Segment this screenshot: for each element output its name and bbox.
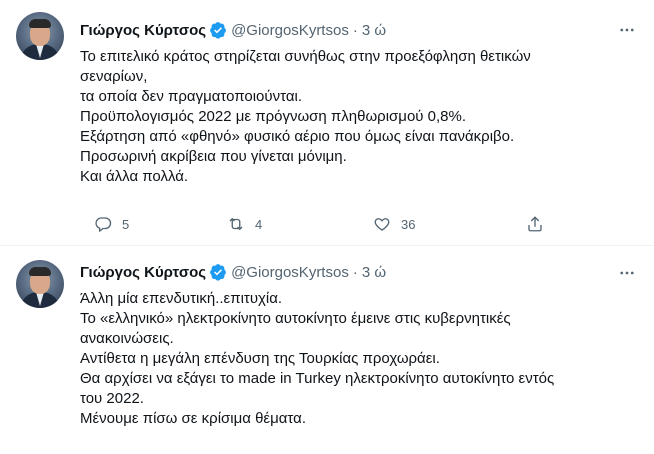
separator: · — [352, 21, 358, 39]
tweet-text-line: σεναρίων, — [80, 68, 148, 85]
separator: · — [352, 263, 358, 281]
verified-badge-icon — [210, 22, 226, 39]
tweet-text-line: Το «ελληνικό» ηλεκτροκίνητο αυτοκίνητο έ… — [80, 310, 511, 327]
reply-count: 5 — [122, 216, 130, 232]
verified-badge-icon — [210, 264, 226, 281]
timestamp[interactable]: 3 ώ — [362, 22, 386, 39]
author-handle[interactable]: @GiorgosKyrtsos — [231, 22, 349, 39]
author-name[interactable]: Γιώργος Κύρτσος — [80, 264, 206, 281]
share-button[interactable] — [526, 212, 544, 236]
avatar-hair — [29, 19, 51, 28]
tweet-text-line: του 2022. — [80, 390, 144, 407]
tweet-text: Άλλη μία επενδυτική..επιτυχία. Το «ελλην… — [80, 289, 640, 429]
more-dots-icon[interactable] — [616, 262, 638, 284]
avatar-hair — [29, 267, 51, 276]
reply-button[interactable]: 5 — [94, 212, 129, 236]
tweet[interactable]: Γιώργος Κύρτσος @GiorgosKyrtsos · 3 ώ Το… — [0, 0, 654, 246]
tweet-text: Το επιτελικό κράτος στηρίζεται συνήθως σ… — [80, 47, 640, 187]
author-handle[interactable]: @GiorgosKyrtsos — [231, 264, 349, 281]
tweet-actions: 5 4 36 — [80, 212, 640, 236]
tweet-text-line: Εξάρτηση από «φθηνό» φυσικό αέριο που όμ… — [80, 128, 515, 145]
tweet-text-line: Προϋπολογισμός 2022 με πρόγνωση πληθωρισ… — [80, 108, 467, 125]
avatar[interactable] — [16, 12, 64, 60]
tweet[interactable]: Γιώργος Κύρτσος @GiorgosKyrtsos · 3 ώ Άλ… — [0, 247, 654, 454]
like-button[interactable]: 36 — [373, 212, 415, 236]
tweet-text-line: τα οποία δεν πραγματοποιούνται. — [80, 88, 302, 105]
tweet-text-line: Και άλλα πολλά. — [80, 168, 189, 185]
retweet-button[interactable]: 4 — [227, 212, 262, 236]
tweet-text-line: Αντίθετα η μεγάλη επένδυση της Τουρκίας … — [80, 350, 440, 367]
heart-icon — [374, 218, 390, 231]
author-name[interactable]: Γιώργος Κύρτσος — [80, 22, 206, 39]
tweet-text-line: Μένουμε πίσω σε κρίσιμα θέματα. — [80, 410, 306, 427]
retweet-icon — [229, 218, 243, 230]
tweet-header: Γιώργος Κύρτσος @GiorgosKyrtsos · 3 ώ — [80, 20, 386, 40]
like-count: 36 — [401, 216, 416, 232]
more-dots-icon[interactable] — [616, 19, 638, 41]
retweet-count: 4 — [255, 216, 263, 232]
timestamp[interactable]: 3 ώ — [362, 264, 386, 281]
reply-icon — [95, 217, 112, 232]
tweet-header: Γιώργος Κύρτσος @GiorgosKyrtsos · 3 ώ — [80, 262, 386, 282]
tweet-text-line: Προσωρινή ακρίβεια που γίνεται μόνιμη. — [80, 148, 347, 165]
tweet-text-line: ανακοινώσεις. — [80, 330, 174, 347]
tweet-text-line: Άλλη μία επενδυτική..επιτυχία. — [80, 290, 283, 307]
tweet-text-line: Θα αρχίσει να εξάγει το made in Turkey η… — [80, 370, 555, 387]
tweet-text-line: Το επιτελικό κράτος στηρίζεται συνήθως σ… — [80, 48, 531, 65]
share-icon — [528, 216, 542, 232]
avatar[interactable] — [16, 260, 64, 308]
